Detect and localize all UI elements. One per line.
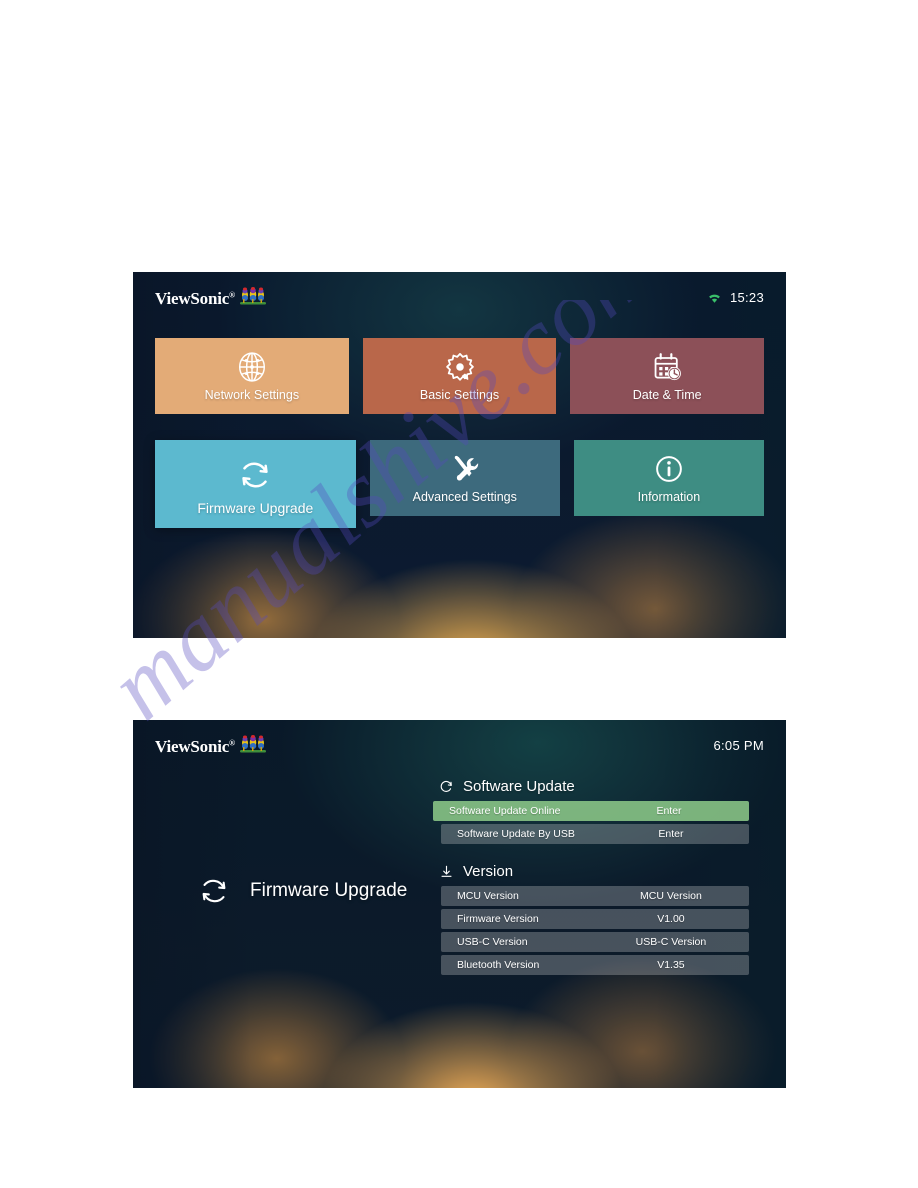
row-value: V1.00: [657, 913, 685, 925]
wifi-icon: [707, 291, 722, 304]
screwdriver-wrench-icon: [446, 450, 484, 488]
section-header-version: Version: [433, 863, 749, 880]
tile-row-2: Firmware Upgrade Advanced Settings Infor…: [155, 440, 765, 536]
status-bar-right: 15:23: [707, 290, 764, 305]
row-label: Software Update By USB: [457, 828, 575, 840]
tile-label: Network Settings: [204, 388, 300, 402]
page-title: Firmware Upgrade: [250, 880, 408, 901]
section-header-software-update: Software Update: [433, 778, 749, 795]
row-label: Bluetooth Version: [457, 959, 540, 971]
tile-firmware-upgrade[interactable]: Firmware Upgrade: [155, 440, 356, 528]
tile-label: Information: [637, 490, 701, 504]
row-label: MCU Version: [457, 890, 519, 902]
status-bar: ViewSonic®: [133, 720, 786, 770]
tile-date-time[interactable]: Date & Time: [570, 338, 765, 414]
page-title-block: Firmware Upgrade: [195, 872, 407, 910]
row-value: Enter: [656, 805, 682, 817]
status-clock: 6:05 PM: [713, 737, 764, 753]
tile-label: Date & Time: [632, 388, 702, 402]
status-bar: ViewSonic®: [133, 272, 786, 322]
section-title: Version: [463, 863, 514, 880]
tile-label: Firmware Upgrade: [197, 500, 314, 516]
row-software-update-online[interactable]: Software Update Online Enter: [433, 801, 749, 821]
row-firmware-version[interactable]: Firmware Version V1.00: [441, 909, 749, 929]
row-value: MCU Version: [639, 890, 702, 902]
viewsonic-logo: ViewSonic®: [155, 287, 267, 307]
calendar-clock-icon: [648, 348, 686, 386]
row-value: Enter: [658, 828, 684, 840]
tile-label: Advanced Settings: [412, 490, 517, 504]
refresh-circular-arrows-icon: [195, 872, 233, 910]
status-clock: 15:23: [729, 289, 764, 305]
firmware-settings-panel: Software Update Software Update Online E…: [433, 778, 749, 978]
viewsonic-finches-logo-icon: [239, 735, 267, 755]
tile-information[interactable]: Information: [573, 440, 765, 516]
viewsonic-logo-text: ViewSonic®: [155, 289, 235, 308]
download-arrow-icon: [439, 864, 454, 879]
info-circle-icon: [650, 450, 688, 488]
row-bluetooth-version[interactable]: Bluetooth Version V1.35: [441, 955, 749, 975]
viewsonic-finches-logo-icon: [239, 287, 267, 307]
viewsonic-logo: ViewSonic®: [155, 735, 267, 755]
tile-advanced-settings[interactable]: Advanced Settings: [369, 440, 560, 516]
status-bar-right: 6:05 PM: [713, 738, 764, 753]
row-value: USB-C Version: [635, 936, 707, 948]
row-usb-c-version[interactable]: USB-C Version USB-C Version: [441, 932, 749, 952]
row-label: Software Update Online: [449, 805, 561, 817]
refresh-icon: [439, 779, 454, 794]
settings-tile-grid: Network Settings Basic Settings Date & T…: [155, 338, 765, 536]
row-software-update-by-usb[interactable]: Software Update By USB Enter: [441, 824, 749, 844]
tile-row-1: Network Settings Basic Settings Date & T…: [155, 338, 765, 426]
row-mcu-version[interactable]: MCU Version MCU Version: [441, 886, 749, 906]
tile-label: Basic Settings: [419, 388, 500, 402]
screenshot-firmware-upgrade: ViewSonic® 6:05 PM Firmware Upgrade Soft…: [133, 720, 786, 1088]
manual-page: manualshive.com ViewSonic® 15:23 Network…: [0, 0, 918, 1188]
gear-wrench-icon: [441, 348, 479, 386]
row-label: USB-C Version: [457, 936, 528, 948]
tile-basic-settings[interactable]: Basic Settings: [362, 338, 557, 414]
globe-network-icon: [233, 348, 271, 386]
row-value: V1.35: [657, 959, 685, 971]
viewsonic-logo-text: ViewSonic®: [155, 737, 235, 756]
row-label: Firmware Version: [457, 913, 539, 925]
tile-network-settings[interactable]: Network Settings: [155, 338, 349, 414]
screenshot-home-settings: ViewSonic® 15:23 Network Settings Basic …: [133, 272, 786, 638]
section-title: Software Update: [463, 778, 575, 795]
refresh-circular-arrows-icon: [233, 453, 277, 497]
